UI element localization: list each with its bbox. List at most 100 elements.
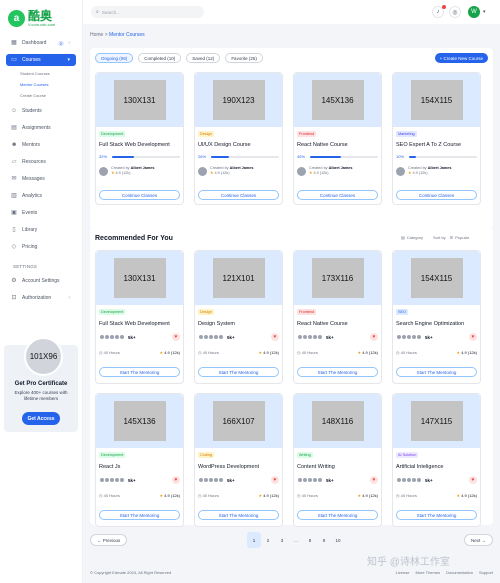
start-mentoring-button[interactable]: Start The Mentoring (297, 367, 378, 377)
sidebar-item-label: Authorization (22, 295, 52, 301)
continue-classes-button[interactable]: Continue Classes (198, 190, 279, 200)
course-tag: Development (99, 309, 126, 315)
heart-icon[interactable]: ♥ (469, 333, 477, 341)
creator-name: Albert James (427, 166, 452, 170)
subnav-create-course[interactable]: Create Course (20, 93, 46, 98)
start-mentoring-button[interactable]: Start The Mentoring (297, 510, 378, 520)
sidebar-item-mentors[interactable]: ☻ Mentors (6, 139, 76, 151)
continue-classes-button[interactable]: Continue Classes (99, 190, 180, 200)
chevron-down-icon[interactable]: ▾ (483, 9, 486, 15)
footer-link-documentation[interactable]: Documentation (446, 570, 473, 575)
sidebar-item-library[interactable]: ▯ Library (6, 224, 76, 236)
heart-icon[interactable]: ♥ (271, 476, 279, 484)
sidebar-item-students[interactable]: ☺ Students (6, 105, 76, 117)
heart-icon[interactable]: ♥ (172, 476, 180, 484)
start-mentoring-button[interactable]: Start The Mentoring (99, 510, 180, 520)
heart-icon[interactable]: ♥ (172, 333, 180, 341)
sidebar-item-courses[interactable]: ▭ Courses ▾ (6, 54, 76, 66)
start-mentoring-button[interactable]: Start The Mentoring (396, 367, 477, 377)
course-tag: Design (198, 131, 214, 137)
pro-certificate-promo: 101X96 Get Pro Certificate Explore 400+ … (4, 337, 78, 432)
recommended-card[interactable]: 154X115 SEO Search Engine Optimization 5k+ ♥… (392, 250, 481, 384)
category-filter[interactable]: ▤ Category (401, 235, 423, 240)
footer-link-license[interactable]: License (396, 570, 410, 575)
start-mentoring-button[interactable]: Start The Mentoring (198, 367, 279, 377)
sidebar-item-authorization[interactable]: ⊡ Authorization › (6, 292, 76, 304)
creator-info: Created by Albert James ★ 4.9 (12k) (396, 166, 452, 176)
breadcrumb-separator: > (104, 32, 108, 38)
get-access-button[interactable]: Get Access (22, 412, 60, 425)
page-8[interactable]: 8 (303, 532, 317, 548)
sort-value: Popular (455, 235, 470, 240)
footer: © Copyright Edmate 2024, All Right Reser… (90, 570, 493, 575)
heart-icon[interactable]: ♥ (370, 476, 378, 484)
creator-name: Albert James (328, 166, 353, 170)
globe-icon[interactable]: ◎ (449, 6, 461, 18)
tab-completed[interactable]: Completed (10) (138, 53, 182, 63)
course-card[interactable]: 154X115 Marketing SEO Expert A To Z Course… (392, 72, 481, 205)
sidebar-item-label: Account Settings (22, 278, 60, 284)
page-3[interactable]: 3 (275, 532, 289, 548)
avatar[interactable]: W (468, 6, 480, 18)
heart-icon[interactable]: ♥ (370, 333, 378, 341)
recommended-card[interactable]: 166X107 Coding WordPress Development 5k+ ♥ ◷ … (194, 393, 283, 527)
course-tag: SEO (396, 309, 409, 315)
sidebar-item-resources[interactable]: ▱ Resources (6, 156, 76, 168)
sidebar-item-messages[interactable]: ✉ Messages (6, 173, 76, 185)
tab-favorite[interactable]: Favorite (25) (225, 53, 263, 63)
recommended-card[interactable]: 121X101 Design Design System 5k+ ♥ ◷ 40 Hours… (194, 250, 283, 384)
course-card[interactable]: 130X131 Development Full Stack Web Develop… (95, 72, 184, 205)
breadcrumb-home[interactable]: Home (90, 32, 103, 38)
continue-classes-button[interactable]: Continue Classes (297, 190, 378, 200)
page-9[interactable]: 9 (317, 532, 331, 548)
course-card[interactable]: 190X123 Design UI/UX Design Course 26% Creat… (194, 72, 283, 205)
recommended-card[interactable]: 130X131 Development Full Stack Web Develop… (95, 250, 184, 384)
course-card[interactable]: 145X136 Frontend React Native Course 45% Cre… (293, 72, 382, 205)
previous-button[interactable]: ← Previous (90, 534, 128, 546)
subnav-mentor-courses[interactable]: Mentor Courses (20, 82, 48, 87)
create-course-button[interactable]: + Create New Course (434, 53, 488, 63)
course-rating: 4.9 (12k) (461, 493, 477, 498)
continue-classes-button[interactable]: Continue Classes (396, 190, 477, 200)
sidebar-item-analytics[interactable]: ▥ Analytics (6, 190, 76, 202)
course-tag: Marketing (396, 131, 417, 137)
start-mentoring-button[interactable]: Start The Mentoring (396, 510, 477, 520)
promo-text: Explore 400+ courses with lifetime membe… (14, 390, 68, 401)
page-2[interactable]: 2 (261, 532, 275, 548)
creator-info: Created by Albert James ★ 4.9 (12k) (198, 166, 254, 176)
recommended-card[interactable]: 147X115 AI Solution Artificial Inteligence… (392, 393, 481, 527)
course-title: Full Stack Web Development (99, 321, 170, 327)
sidebar-item-assignments[interactable]: ▤ Assignments (6, 122, 76, 134)
start-mentoring-button[interactable]: Start The Mentoring (198, 510, 279, 520)
tab-ongoing[interactable]: Ongoing (08) (95, 53, 134, 63)
recommended-card[interactable]: 173X116 Frontend React Native Course 5k+ ♥ ◷ … (293, 250, 382, 384)
sidebar-item-dashboard[interactable]: ▦ Dashboard 2 › (6, 37, 76, 49)
logo[interactable]: a 酷奥 V.com.cdn.com (8, 6, 70, 30)
sidebar-item-pricing[interactable]: ◇ Pricing (6, 241, 76, 253)
sort-control[interactable]: Sort by ☰ Popular (433, 235, 469, 240)
next-button[interactable]: Next → (463, 534, 493, 546)
course-rating: 4.9 (12k) (461, 350, 477, 355)
course-title: Full Stack Web Development (99, 142, 170, 148)
page-1[interactable]: 1 (247, 532, 261, 548)
pagination: ← Previous 1 2 3... 8 9 10 Next → (90, 532, 493, 548)
footer-link-more-themes[interactable]: More Themes (415, 570, 440, 575)
heart-icon[interactable]: ♥ (469, 476, 477, 484)
breadcrumb-current: Mentor Courses (109, 32, 145, 38)
created-by-label: Created by (408, 166, 427, 170)
tab-saved[interactable]: Saved (12) (186, 53, 221, 63)
page-10[interactable]: 10 (331, 532, 345, 548)
search-input[interactable]: ⌕ Search... (91, 6, 204, 18)
footer-link-support[interactable]: Support (479, 570, 493, 575)
recommended-card[interactable]: 148X116 Writing Content Writing 5k+ ♥ ◷ 40 Ho… (293, 393, 382, 527)
student-count: 5k+ (227, 477, 235, 483)
course-image: 130X131 (113, 80, 166, 120)
heart-icon[interactable]: ♥ (271, 333, 279, 341)
subnav-student-courses[interactable]: Student Courses (20, 71, 50, 76)
sidebar-item-events[interactable]: ▣ Events (6, 207, 76, 219)
recommended-card[interactable]: 145X136 Development React Js 5k+ ♥ ◷ 40 Hours… (95, 393, 184, 527)
sidebar-item-account-settings[interactable]: ⚙ Account Settings (6, 275, 76, 287)
course-tag: Frontend (297, 309, 317, 315)
start-mentoring-button[interactable]: Start The Mentoring (99, 367, 180, 377)
users-icon: ☺ (11, 108, 18, 114)
